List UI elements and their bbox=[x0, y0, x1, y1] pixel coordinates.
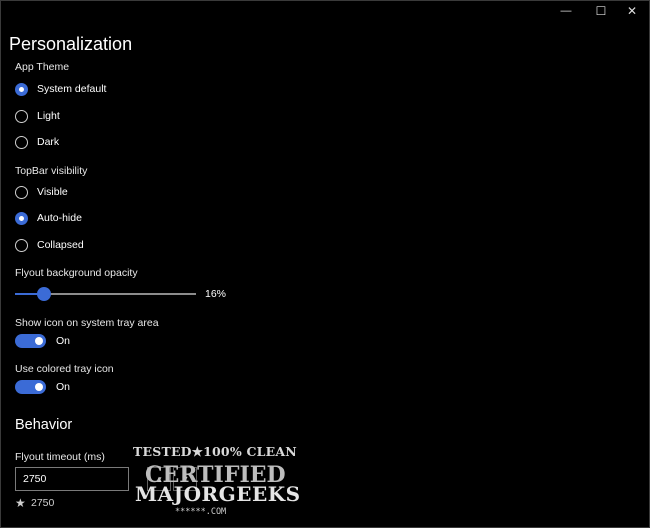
topbar-visibility-label: TopBar visibility bbox=[15, 165, 88, 177]
opacity-label: Flyout background opacity bbox=[15, 267, 138, 279]
radio-collapsed[interactable]: Collapsed bbox=[15, 236, 84, 254]
radio-auto-hide[interactable]: Auto-hide bbox=[15, 209, 82, 227]
minimize-icon: — bbox=[560, 5, 572, 17]
decrement-button[interactable]: ▼ bbox=[173, 467, 197, 491]
timeout-input[interactable] bbox=[15, 467, 129, 491]
chevron-up-icon: ▲ bbox=[154, 474, 164, 484]
behavior-section-title: Behavior bbox=[15, 417, 73, 433]
page-title: Personalization bbox=[9, 34, 133, 54]
default-timeout-value: 2750 bbox=[31, 497, 55, 509]
radio-dark[interactable]: Dark bbox=[15, 133, 59, 151]
radio-label: System default bbox=[37, 83, 107, 95]
colored-icon-toggle-state: On bbox=[56, 381, 71, 393]
colored-icon-label: Use colored tray icon bbox=[15, 363, 114, 375]
increment-button[interactable]: ▲ bbox=[147, 467, 171, 491]
radio-visible[interactable]: Visible bbox=[15, 183, 68, 201]
tray-icon-label: Show icon on system tray area bbox=[15, 317, 159, 329]
radio-light[interactable]: Light bbox=[15, 107, 60, 125]
chevron-down-icon: ▼ bbox=[180, 474, 190, 484]
close-icon: ✕ bbox=[626, 4, 638, 18]
radio-label: Visible bbox=[37, 186, 68, 198]
star-icon: ★ bbox=[15, 496, 26, 510]
tray-icon-toggle[interactable] bbox=[15, 334, 46, 348]
close-button[interactable]: ✕ bbox=[614, 0, 650, 22]
radio-empty-icon bbox=[15, 185, 28, 199]
app-theme-label: App Theme bbox=[15, 61, 70, 73]
minimize-button[interactable]: — bbox=[548, 0, 584, 22]
maximize-icon: ☐ bbox=[595, 4, 607, 18]
radio-empty-icon bbox=[15, 109, 28, 123]
radio-empty-icon bbox=[15, 135, 28, 149]
timeout-label: Flyout timeout (ms) bbox=[15, 451, 105, 463]
colored-icon-toggle[interactable] bbox=[15, 380, 46, 394]
radio-label: Auto-hide bbox=[37, 212, 82, 224]
radio-label: Dark bbox=[37, 136, 60, 148]
radio-empty-icon bbox=[15, 238, 28, 252]
opacity-value: 16% bbox=[205, 288, 227, 300]
radio-selected-icon bbox=[15, 82, 28, 96]
opacity-slider[interactable] bbox=[15, 287, 196, 301]
radio-system-default[interactable]: System default bbox=[15, 80, 106, 98]
radio-label: Light bbox=[37, 110, 60, 122]
radio-label: Collapsed bbox=[37, 239, 84, 251]
radio-selected-icon bbox=[15, 211, 28, 225]
opacity-slider-thumb[interactable] bbox=[37, 287, 51, 301]
tray-icon-toggle-state: On bbox=[56, 335, 71, 347]
